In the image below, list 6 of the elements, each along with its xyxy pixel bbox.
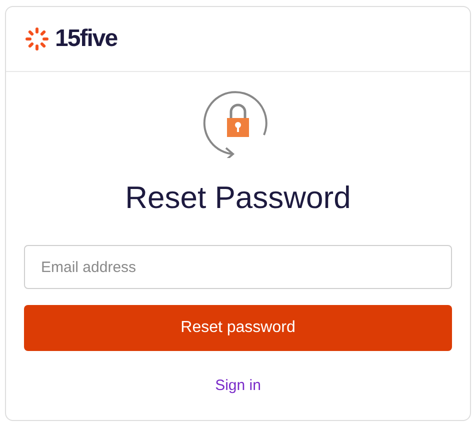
logo-icon [25, 27, 49, 51]
email-field[interactable]: Email address [24, 245, 452, 289]
reset-password-button[interactable]: Reset password [24, 305, 452, 351]
sign-in-link[interactable]: Sign in [215, 375, 261, 398]
logo-text: 15five [55, 27, 118, 51]
page-title: Reset Password [125, 182, 351, 213]
